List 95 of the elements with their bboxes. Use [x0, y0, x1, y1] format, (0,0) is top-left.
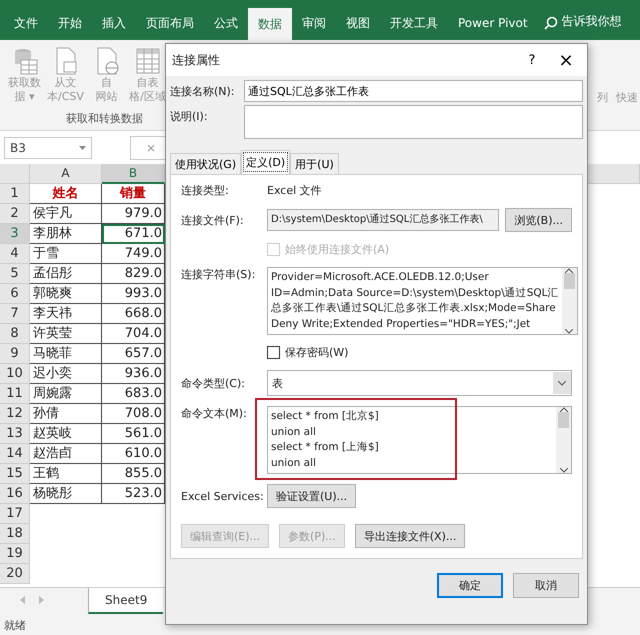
row-header[interactable]: 2 — [0, 204, 30, 224]
action-button[interactable]: 导出连接文件(X)... — [354, 524, 466, 548]
ribbon-tab[interactable]: 开始 — [48, 8, 92, 38]
row-header[interactable]: 4 — [0, 244, 30, 264]
row-header[interactable]: 20 — [0, 564, 30, 584]
command-text-field[interactable]: select * from [北京$] union all select * from [上海$] union all — [267, 406, 572, 474]
row-header[interactable]: 1 — [0, 184, 30, 204]
table-cell: 许英莹 — [30, 324, 102, 344]
table-cell: 迟小奕 — [30, 364, 102, 384]
table-cell: 赵浩卣 — [30, 444, 102, 464]
table-cell: 姓名 — [30, 184, 102, 204]
table-cell: 杨晓彤 — [30, 484, 102, 504]
connection-type: Excel 文件 — [267, 183, 322, 198]
auth-settings-button[interactable]: 验证设置(U)... — [267, 484, 356, 508]
checkbox-label: 始终使用连接文件(A) — [285, 242, 390, 257]
file-field[interactable]: D:\system\Desktop\通过SQL汇总多张工作表\ — [267, 209, 500, 231]
name-field[interactable]: 通过SQL汇总多张工作表 — [244, 80, 583, 102]
status-text: 就绪 — [4, 619, 26, 632]
row-header[interactable]: 5 — [0, 264, 30, 284]
table-cell: 李天祎 — [30, 304, 102, 324]
dialog-tab[interactable]: 使用状况(G) — [170, 153, 242, 174]
scrollbar[interactable] — [562, 268, 577, 334]
tell-me-field[interactable]: 告诉我你想 — [562, 13, 622, 30]
field-label: 连接类型: — [181, 183, 230, 198]
column-header[interactable]: A — [30, 164, 102, 184]
browse-button[interactable]: 浏览(B)... — [505, 208, 572, 232]
row-header[interactable]: 9 — [0, 344, 30, 364]
field-label: 连接文件(F): — [181, 212, 245, 228]
help-button[interactable]: ? — [515, 46, 549, 74]
row-header[interactable]: 11 — [0, 384, 30, 404]
scrollbar[interactable] — [556, 407, 571, 473]
row-header[interactable]: 6 — [0, 284, 30, 304]
checkbox[interactable] — [267, 346, 280, 359]
ribbon-tab[interactable]: 插入 — [92, 8, 136, 38]
ribbon-tab[interactable]: Power Pivot — [448, 8, 538, 38]
row-header[interactable]: 14 — [0, 444, 30, 464]
command-type-dropdown[interactable]: 表 — [267, 370, 572, 396]
checkbox-label: 保存密码(W) — [285, 345, 348, 360]
chevron-up-icon[interactable] — [560, 407, 568, 412]
connection-string-field[interactable]: Provider=Microsoft.ACE.OLEDB.12.0;User ID=Admin;Data Source=D:\system\Desktop\通过SQL汇 总多张工作表\通过SQL汇总多张工作表.xlsx;Mode=Share Deny Write;Extended Properties="HDR=YES;";Jet — [267, 267, 578, 335]
table-cell: 李朋林 — [30, 224, 102, 244]
table-cell: 671.0 — [102, 224, 165, 244]
chevron-down-icon — [558, 380, 566, 386]
ribbon-tab[interactable]: 文件 — [4, 8, 48, 38]
row-header[interactable]: 12 — [0, 404, 30, 424]
ribbon-tab[interactable]: 开发工具 — [380, 8, 448, 38]
chevron-down-icon[interactable] — [560, 468, 568, 473]
table-cell: 于雪 — [30, 244, 102, 264]
sheet-tab[interactable]: Sheet9 — [88, 588, 164, 614]
table-cell: 孟侣彤 — [30, 264, 102, 284]
row-header[interactable]: 7 — [0, 304, 30, 324]
row-header[interactable]: 18 — [0, 524, 30, 544]
chevron-down-icon[interactable] — [565, 329, 574, 334]
table-cell: 马晓菲 — [30, 344, 102, 364]
dialog-button[interactable]: 取消 — [513, 573, 579, 598]
scrollbar-thumb[interactable] — [564, 273, 575, 289]
dialog-tab[interactable]: 用于(U) — [290, 153, 339, 174]
scrollbar-thumb[interactable] — [558, 412, 569, 428]
close-button[interactable]: × — [549, 46, 583, 74]
name-box[interactable]: B3 — [4, 136, 92, 158]
table-cell: 侯宇凡 — [30, 204, 102, 224]
ribbon-icon — [134, 46, 162, 76]
field-label: 命令类型(C): — [181, 376, 246, 390]
field-label: Excel Services: — [181, 490, 265, 502]
search-icon — [544, 16, 558, 30]
dropdown-icon — [79, 146, 86, 150]
row-header[interactable]: 16 — [0, 484, 30, 504]
dialog-title: 连接属性 — [172, 52, 220, 68]
field-label: 说明(I): — [170, 109, 209, 125]
chevron-up-icon[interactable] — [565, 268, 574, 273]
dialog-button[interactable]: 确定 — [437, 573, 503, 598]
field-label: 连接字符串(S): — [181, 267, 256, 282]
ribbon-group-label: 获取和转换数据 — [65, 111, 144, 126]
row-header[interactable]: 15 — [0, 464, 30, 484]
row-header[interactable]: 19 — [0, 544, 30, 564]
table-cell: 郭晓爽 — [30, 284, 102, 304]
dialog-tab[interactable]: 定义(D) — [241, 150, 290, 174]
column-header[interactable]: B — [102, 164, 165, 184]
ribbon-tab[interactable]: 公式 — [204, 8, 248, 38]
row-header[interactable]: 3 — [0, 224, 30, 244]
row-header[interactable]: 17 — [0, 504, 30, 524]
ribbon-tab[interactable]: 审阅 — [292, 8, 336, 38]
field-label: 连接名称(N): — [170, 84, 236, 100]
description-field[interactable] — [244, 105, 583, 139]
table-cell: 王鹤 — [30, 464, 102, 484]
table-cell: 周婉露 — [30, 384, 102, 404]
table-cell: 孙倩 — [30, 404, 102, 424]
row-header[interactable]: 10 — [0, 364, 30, 384]
ribbon-tab[interactable]: 数据 — [248, 8, 292, 40]
ribbon-tab[interactable]: 视图 — [336, 8, 380, 38]
row-header[interactable]: 13 — [0, 424, 30, 444]
row-header[interactable]: 8 — [0, 324, 30, 344]
table-cell: 赵英岐 — [30, 424, 102, 444]
field-label: 命令文本(M): — [181, 406, 248, 421]
ribbon-tab[interactable]: 页面布局 — [136, 8, 204, 38]
